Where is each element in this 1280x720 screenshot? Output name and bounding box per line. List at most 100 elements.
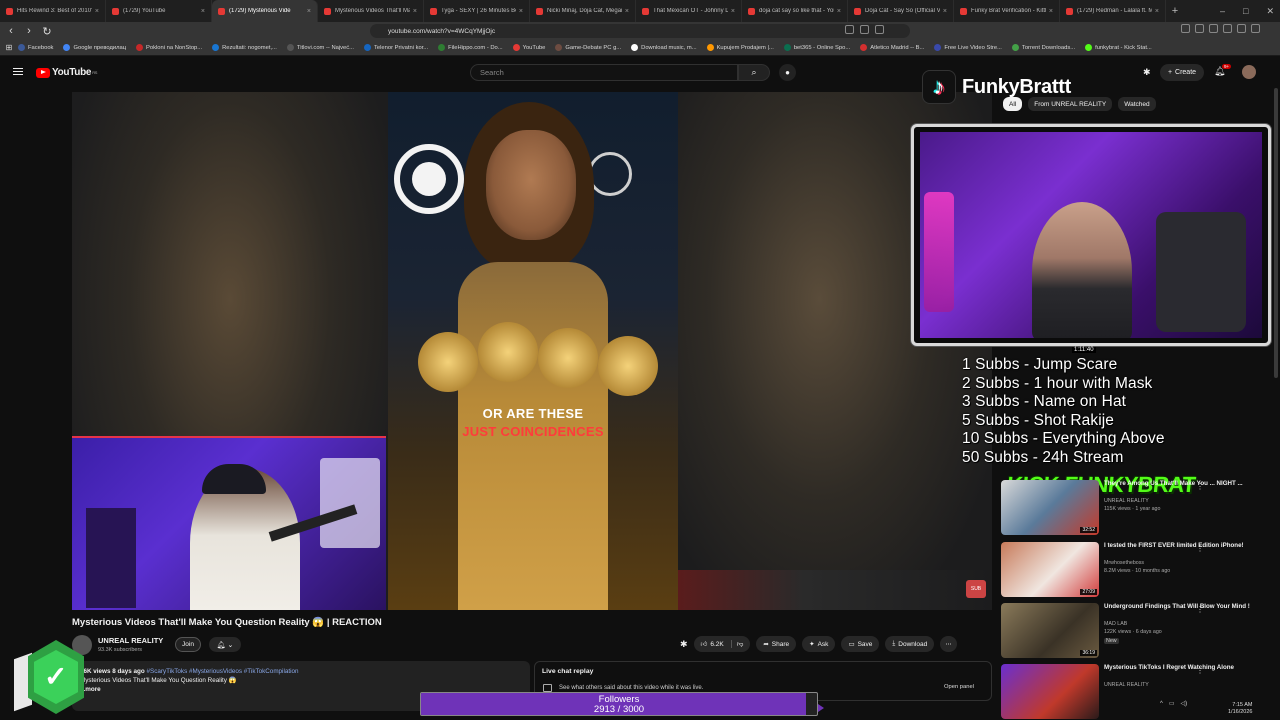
apps-grid-icon[interactable]: ⊞ — [0, 43, 18, 52]
search-button[interactable]: ⌕ — [738, 64, 770, 81]
browser-tab[interactable]: Doja Cat - Say So (Official Vide× — [848, 0, 954, 22]
search-input[interactable]: Search — [470, 64, 738, 81]
video-thumbnail[interactable]: 27:09 — [1001, 542, 1099, 597]
browser-tab[interactable]: That Mexican OT - Johnny De × — [636, 0, 742, 22]
extension-icon[interactable]: ✱ — [680, 639, 688, 650]
page-scrollbar[interactable] — [1274, 88, 1278, 378]
video-title-link[interactable]: Mysterious TikToks I Regret Watching Alo… — [1104, 664, 1254, 672]
video-thumbnail[interactable] — [1001, 664, 1099, 719]
menu-hamburger-icon[interactable] — [13, 68, 23, 77]
close-tab-icon[interactable]: × — [413, 8, 417, 15]
recommended-video[interactable]: 32:52 They're Among Us That'll Make You .… — [1001, 480, 1271, 538]
maximize-icon[interactable]: □ — [1243, 6, 1248, 16]
voice-search-button[interactable]: ● — [779, 64, 796, 81]
volume-icon[interactable]: ◁) — [1181, 700, 1188, 707]
video-title-link[interactable]: Underground Findings That Will Blow Your… — [1104, 603, 1254, 611]
join-button[interactable]: Join — [175, 637, 201, 652]
bookmark-item[interactable]: Free Live Video Stre... — [934, 44, 1002, 51]
menu-icon[interactable] — [1251, 24, 1260, 33]
open-panel-button[interactable]: Open panel — [944, 684, 974, 690]
video-title-link[interactable]: They're Among Us That'll Make You ... NI… — [1104, 480, 1254, 488]
browser-tab[interactable]: doja cat say so like that - You × — [742, 0, 848, 22]
bookmark-item[interactable]: Google преводилац — [63, 44, 126, 51]
extension-gear-icon[interactable]: ✱ — [1143, 67, 1151, 78]
video-thumbnail[interactable]: 32:52 — [1001, 480, 1099, 535]
browser-tab[interactable]: Nicki Minaj, Doja Cat, Megan × — [530, 0, 636, 22]
close-tab-icon[interactable]: × — [1049, 8, 1053, 15]
channel-name[interactable]: UNREAL REALITY — [98, 636, 163, 645]
ask-button[interactable]: ✦ Ask — [802, 636, 836, 652]
new-tab-button[interactable]: + — [1166, 5, 1184, 17]
browser-tab[interactable]: (1729) YouTube × — [106, 0, 212, 22]
extension-icon[interactable] — [1237, 24, 1246, 33]
minimize-icon[interactable]: – — [1220, 6, 1225, 16]
filter-chip[interactable]: From UNREAL REALITY — [1028, 97, 1113, 111]
close-tab-icon[interactable]: × — [837, 8, 841, 15]
thumbs-down-icon[interactable]: 👎︎ — [730, 640, 743, 648]
video-title-link[interactable]: I tested the FIRST EVER limited Edition … — [1104, 542, 1254, 550]
like-button[interactable]: 👍︎ 6.2K 👎︎ — [693, 636, 751, 652]
chevron-up-icon[interactable]: ^ — [1160, 701, 1163, 707]
more-actions-button[interactable]: ⋯ — [940, 636, 957, 652]
close-tab-icon[interactable]: × — [625, 8, 629, 15]
extension-icon[interactable] — [1223, 24, 1232, 33]
video-channel[interactable]: UNREAL REALITY — [1104, 682, 1149, 689]
close-tab-icon[interactable]: × — [943, 8, 947, 15]
bookmark-item[interactable]: Atletico Madrid -- B... — [860, 44, 924, 51]
share-page-icon[interactable] — [860, 25, 869, 34]
close-tab-icon[interactable]: × — [95, 8, 99, 15]
subscription-bell-button[interactable]: 🔔︎ ⌄ — [209, 637, 241, 652]
description-hashtags[interactable]: #ScaryTikToks #MysteriousVideos #TikTokC… — [147, 668, 299, 675]
video-channel[interactable]: UNREAL REALITY — [1104, 498, 1149, 505]
bookmark-item[interactable]: Titlovi.com -- Najveć... — [286, 44, 354, 51]
more-options-icon[interactable]: ⋮ — [1196, 666, 1204, 675]
subscribe-watermark[interactable]: SUB — [966, 580, 986, 598]
system-clock[interactable]: 7:15 AM 1/16/2026 — [1228, 702, 1252, 716]
close-tab-icon[interactable]: × — [201, 8, 205, 15]
bookmark-item[interactable]: Game-Debate PC g... — [555, 44, 621, 51]
bookmark-item[interactable]: Pokloni na NonStop... — [136, 44, 202, 51]
bookmark-item[interactable]: funkybrat - Kick Stat... — [1085, 44, 1152, 51]
forward-icon[interactable]: › — [22, 25, 36, 37]
bookmark-item[interactable]: Facebook — [18, 44, 53, 51]
bookmark-item[interactable]: YouTube — [512, 44, 545, 51]
extension-icon[interactable] — [1195, 24, 1204, 33]
brave-shield-icon[interactable] — [875, 25, 884, 34]
close-tab-icon[interactable]: × — [1155, 8, 1159, 15]
youtube-logo[interactable]: YouTube RS — [36, 67, 97, 78]
close-tab-icon[interactable]: × — [307, 8, 311, 15]
create-button[interactable]: + Create — [1160, 64, 1204, 81]
more-options-icon[interactable]: ⋮ — [1196, 544, 1204, 553]
bookmark-item[interactable]: bet365 - Online Spo... — [783, 44, 850, 51]
close-tab-icon[interactable]: × — [519, 8, 523, 15]
recommended-video[interactable]: 36:19 Underground Findings That Will Blow… — [1001, 603, 1271, 661]
browser-tab[interactable]: Tyga - SEXY | 26 Minutes Best × — [424, 0, 530, 22]
bookmark-item[interactable]: Telenor Privatni kor... — [364, 44, 428, 51]
video-channel[interactable]: MAD LAB — [1104, 621, 1127, 628]
browser-tab[interactable]: Mysterious Videos That'll Make × — [318, 0, 424, 22]
video-thumbnail[interactable]: 36:19 — [1001, 603, 1099, 658]
bookmark-item[interactable]: Kupujem Prodajem |... — [706, 44, 774, 51]
extension-icon[interactable] — [1181, 24, 1190, 33]
close-tab-icon[interactable]: × — [731, 8, 735, 15]
filter-chip[interactable]: All — [1003, 97, 1023, 111]
bookmark-item[interactable]: FileHippo.com - Do... — [438, 44, 503, 51]
filter-chip[interactable]: Watched — [1118, 97, 1156, 111]
reload-icon[interactable]: ↻ — [40, 25, 54, 38]
save-button[interactable]: ▭ Save — [841, 636, 880, 652]
recommended-video[interactable]: 27:09 I tested the FIRST EVER limited Edi… — [1001, 542, 1271, 600]
network-icon[interactable]: ▭ — [1169, 700, 1175, 707]
bookmark-item[interactable]: Download music, m... — [631, 44, 697, 51]
bookmark-item[interactable]: Rezultati: nogomet,... — [212, 44, 277, 51]
more-options-icon[interactable]: ⋮ — [1196, 482, 1204, 491]
close-window-icon[interactable]: ✕ — [1266, 6, 1274, 17]
url-input[interactable]: youtube.com/watch?v=4WCqYMjjOjc — [370, 24, 910, 38]
bookmark-item[interactable]: Torrent Downloads... — [1011, 44, 1075, 51]
download-button[interactable]: ⤓ Download — [885, 636, 935, 652]
extension-icon[interactable] — [1209, 24, 1218, 33]
browser-tab[interactable]: Funky Brat Verification - Kittl × — [954, 0, 1060, 22]
more-options-icon[interactable]: ⋮ — [1196, 605, 1204, 614]
back-icon[interactable]: ‹ — [4, 25, 18, 37]
account-avatar[interactable] — [1242, 65, 1256, 79]
browser-tab[interactable]: Hits Rewind 3: Best of 2010's × — [0, 0, 106, 22]
